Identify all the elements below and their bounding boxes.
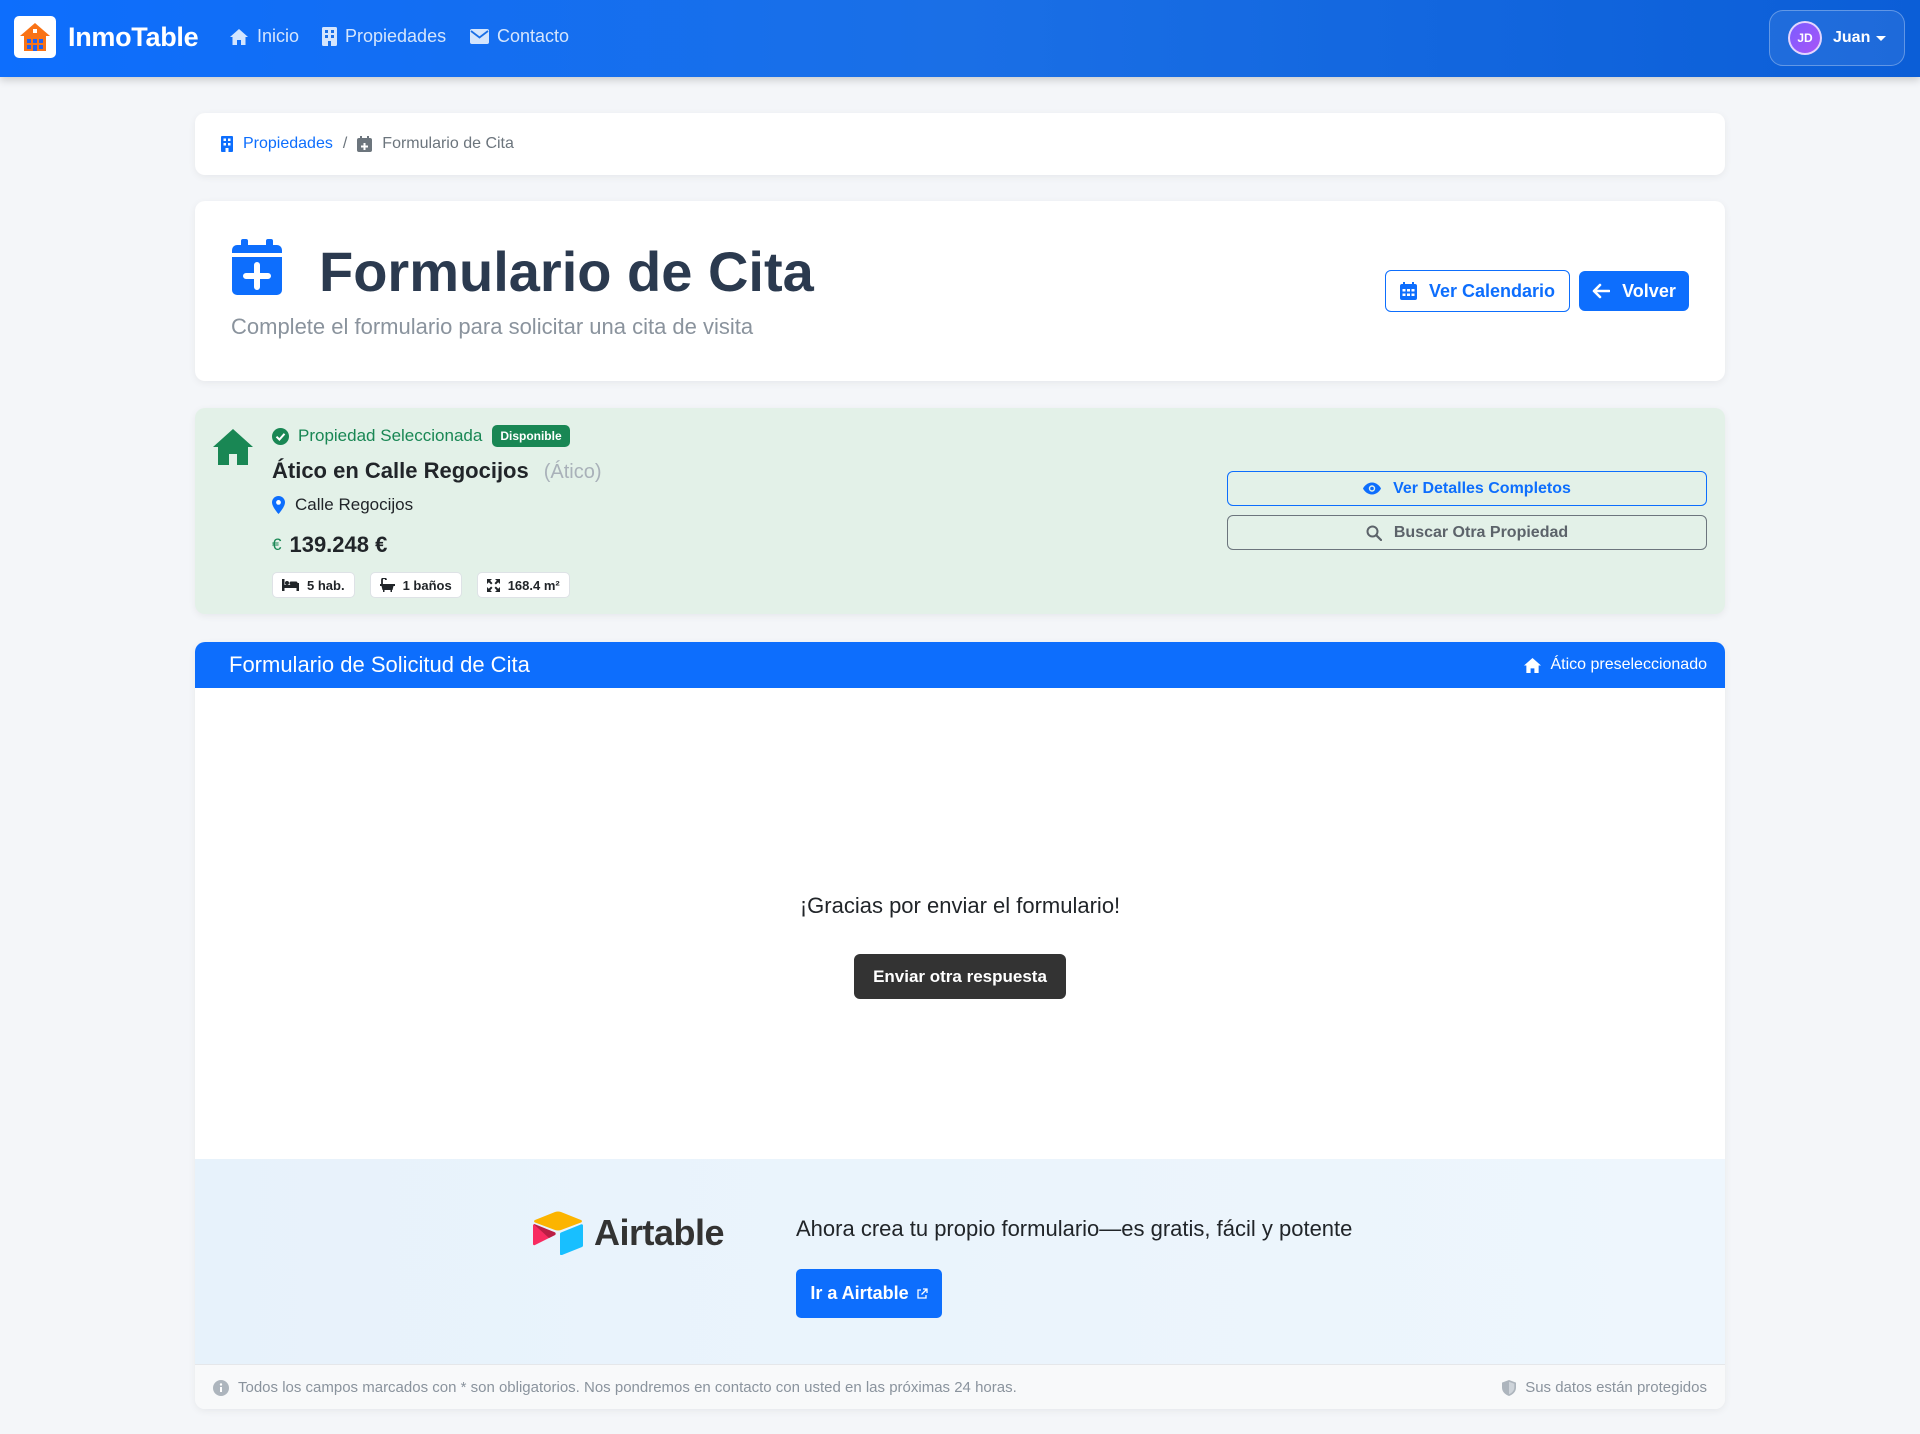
- property-price-row: € 139.248 €: [272, 532, 387, 558]
- user-name: Juan: [1833, 29, 1871, 46]
- building-icon: [221, 136, 233, 152]
- calendar-plus-icon: [232, 239, 282, 295]
- page-title: Formulario de Cita: [319, 240, 814, 303]
- form-title: Formulario de Solicitud de Cita: [229, 652, 530, 677]
- bath-icon: [379, 578, 403, 592]
- view-calendar-label: Ver Calendario: [1428, 280, 1556, 301]
- airtable-promo: Airtable Ahora crea tu propio formulario…: [195, 1159, 1725, 1364]
- submit-another-response-button[interactable]: Enviar otra respuesta: [854, 954, 1066, 999]
- breadcrumb-parent: Propiedades: [243, 135, 333, 152]
- bed-icon: [282, 579, 307, 591]
- privacy-note: Sus datos están protegidos: [1502, 1379, 1707, 1396]
- nav-link-propiedades[interactable]: Propiedades: [322, 26, 446, 47]
- property-title-row: Ático en Calle Regocijos (Ático): [272, 458, 602, 484]
- search-other-label: Buscar Otra Propiedad: [1393, 523, 1569, 541]
- page-subtitle: Complete el formulario para solicitar un…: [231, 314, 754, 339]
- house-logo-icon: [14, 16, 56, 58]
- airtable-logo[interactable]: Airtable: [532, 1211, 725, 1255]
- property-features: 5 hab. 1 baños 168.4 m²: [272, 572, 585, 598]
- feature-baths-value: 1 baños: [402, 577, 452, 593]
- breadcrumb-current-item: Formulario de Cita: [357, 135, 514, 153]
- search-icon: [1366, 525, 1394, 541]
- search-other-property-button[interactable]: Buscar Otra Propiedad: [1227, 515, 1707, 550]
- appointment-form-card: Formulario de Solicitud de Cita Ático pr…: [195, 642, 1725, 1409]
- view-details-label: Ver Detalles Completos: [1393, 479, 1571, 497]
- calendar-icon: [1399, 282, 1429, 300]
- form-footer: Todos los campos marcados con * son obli…: [195, 1364, 1725, 1409]
- brand[interactable]: InmoTable: [14, 16, 199, 58]
- external-link-icon: [909, 1287, 928, 1300]
- required-fields-text: Todos los campos marcados con * son obli…: [238, 1379, 1017, 1396]
- page-header: Formulario de Cita Complete el formulari…: [195, 201, 1725, 381]
- breadcrumb: Propiedades / Formulario de Cita: [195, 113, 1725, 175]
- home-icon: [229, 28, 257, 46]
- feature-rooms-value: 5 hab.: [307, 577, 345, 593]
- property-address-row: Calle Regocijos: [272, 495, 413, 515]
- go-to-airtable-label: Ir a Airtable: [810, 1283, 909, 1303]
- property-type: (Ático): [543, 461, 602, 483]
- required-fields-note: Todos los campos marcados con * son obli…: [213, 1379, 1017, 1396]
- shield-icon: [1502, 1379, 1525, 1396]
- airtable-logo-text: Airtable: [594, 1212, 725, 1253]
- back-button[interactable]: Volver: [1579, 271, 1689, 311]
- euro-icon: €: [272, 535, 282, 554]
- feature-rooms: 5 hab.: [272, 572, 355, 598]
- envelope-icon: [470, 29, 497, 44]
- user-menu-button[interactable]: JD Juan: [1769, 10, 1905, 66]
- property-address: Calle Regocijos: [295, 495, 414, 514]
- view-details-button[interactable]: Ver Detalles Completos: [1227, 471, 1707, 506]
- feature-baths: 1 baños: [369, 572, 462, 598]
- breadcrumb-separator: /: [342, 135, 348, 152]
- avatar: JD: [1788, 21, 1822, 55]
- nav-link-label: Propiedades: [345, 26, 447, 46]
- home-icon: [1523, 657, 1550, 674]
- arrow-left-icon: [1592, 283, 1622, 299]
- breadcrumb-link-propiedades[interactable]: Propiedades: [221, 135, 333, 153]
- eye-icon: [1363, 482, 1393, 495]
- property-title: Ático en Calle Regocijos: [272, 458, 529, 483]
- expand-icon: [486, 578, 508, 592]
- status-badge: Disponible: [492, 425, 570, 447]
- nav-link-inicio[interactable]: Inicio: [229, 26, 299, 47]
- feature-area-value: 168.4 m²: [507, 577, 560, 593]
- go-to-airtable-button[interactable]: Ir a Airtable: [796, 1269, 942, 1318]
- chevron-down-icon: [1876, 35, 1887, 41]
- property-status-row: Propiedad Seleccionada Disponible: [272, 425, 570, 447]
- preselected-badge-label: Ático preseleccionado: [1550, 656, 1707, 673]
- form-header: Formulario de Solicitud de Cita Ático pr…: [195, 642, 1725, 688]
- top-navbar: InmoTable Inicio Propiedades Contacto JD…: [0, 0, 1920, 77]
- info-icon: [213, 1379, 238, 1396]
- nav-link-label: Contacto: [497, 26, 570, 46]
- feature-area: 168.4 m²: [476, 572, 570, 598]
- preselected-badge: Ático preseleccionado: [1523, 656, 1707, 674]
- view-calendar-button[interactable]: Ver Calendario: [1385, 270, 1570, 312]
- thanks-message: ¡Gracias por enviar el formulario!: [799, 893, 1121, 918]
- back-label: Volver: [1622, 280, 1676, 301]
- nav-link-contacto[interactable]: Contacto: [470, 26, 569, 47]
- property-selected-label: Propiedad Seleccionada: [298, 426, 483, 445]
- property-price: 139.248 €: [289, 532, 388, 557]
- airtable-logo-icon: [532, 1211, 584, 1255]
- building-icon: [322, 27, 345, 46]
- calendar-plus-icon: [357, 136, 373, 152]
- map-pin-icon: [272, 496, 295, 514]
- brand-name: InmoTable: [68, 21, 199, 52]
- house-icon: [212, 428, 254, 466]
- airtable-promo-text: Ahora crea tu propio formulario—es grati…: [796, 1216, 1353, 1241]
- check-circle-icon: [272, 427, 289, 445]
- privacy-text: Sus datos están protegidos: [1525, 1379, 1707, 1396]
- nav-link-label: Inicio: [257, 26, 300, 46]
- selected-property-card: Propiedad Seleccionada Disponible Ático …: [195, 408, 1725, 614]
- breadcrumb-current: Formulario de Cita: [382, 135, 514, 152]
